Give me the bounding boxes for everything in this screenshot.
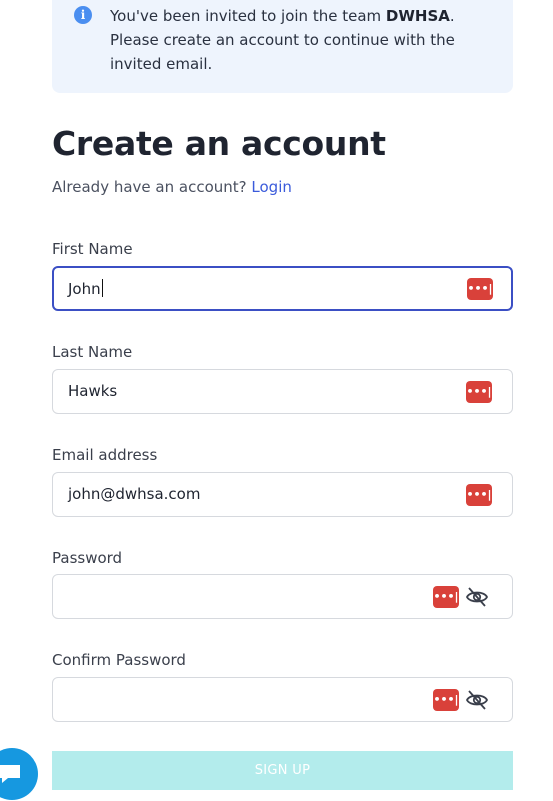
chat-icon [0, 765, 20, 783]
password-manager-icon[interactable]: •••| [433, 586, 459, 608]
first-name-field[interactable]: John •••| [52, 266, 513, 311]
password-manager-icon[interactable]: •••| [466, 381, 492, 403]
login-link[interactable]: Login [251, 178, 291, 196]
email-label: Email address [52, 446, 158, 464]
first-name-label: First Name [52, 240, 133, 258]
confirm-password-field[interactable]: •••| [52, 677, 513, 722]
password-manager-icon[interactable]: •••| [433, 689, 459, 711]
login-prompt-text: Already have an account? [52, 178, 247, 196]
invite-notice-text: You've been invited to join the team DWH… [110, 4, 502, 76]
password-manager-icon[interactable]: •••| [467, 278, 493, 300]
eye-off-icon[interactable] [465, 689, 489, 711]
login-prompt: Already have an account? Login [52, 178, 292, 196]
last-name-value[interactable]: Hawks [68, 382, 117, 400]
info-icon: i [74, 6, 92, 24]
page-title: Create an account [52, 124, 386, 163]
password-label: Password [52, 549, 123, 567]
last-name-label: Last Name [52, 343, 133, 361]
eye-off-icon[interactable] [465, 586, 489, 608]
team-name: DWHSA [385, 7, 450, 25]
confirm-password-label: Confirm Password [52, 651, 186, 669]
chat-widget-button[interactable] [0, 748, 38, 800]
notice-text-before: You've been invited to join the team [110, 7, 386, 25]
email-field[interactable]: john@dwhsa.com •••| [52, 472, 513, 517]
last-name-field[interactable]: Hawks •••| [52, 369, 513, 414]
password-field[interactable]: •••| [52, 574, 513, 619]
first-name-value[interactable]: John [68, 279, 103, 298]
sign-up-button[interactable]: SIGN UP [52, 751, 513, 790]
text-caret [101, 279, 103, 297]
invite-notice: i You've been invited to join the team D… [52, 0, 513, 93]
password-manager-icon[interactable]: •••| [466, 484, 492, 506]
email-value[interactable]: john@dwhsa.com [68, 485, 200, 503]
